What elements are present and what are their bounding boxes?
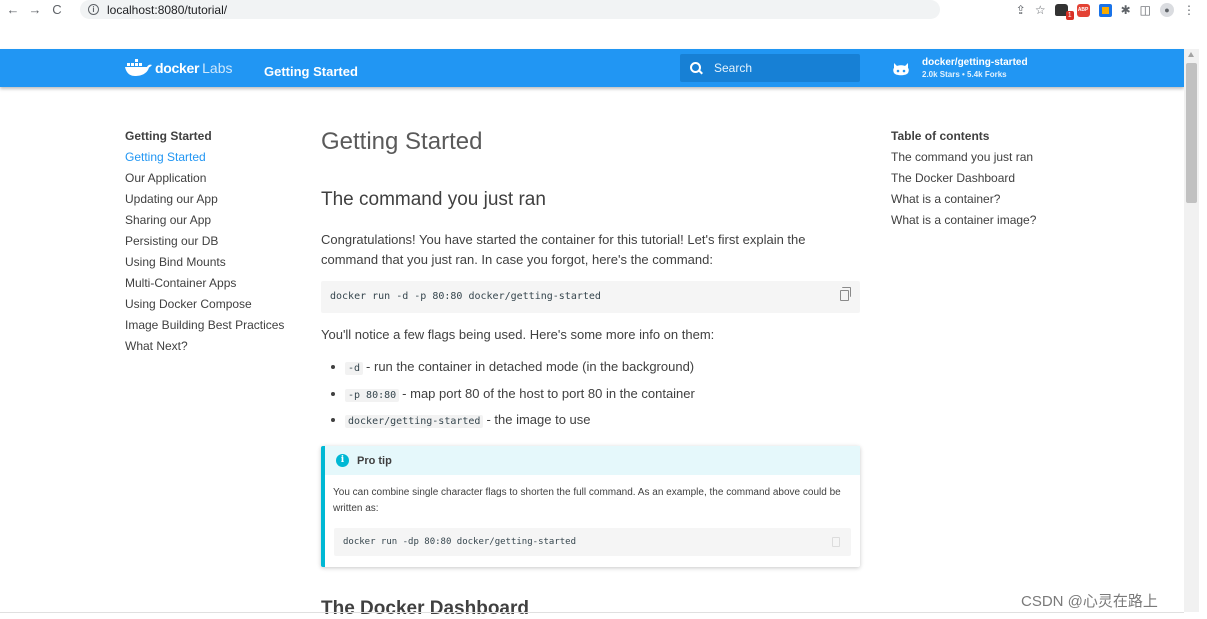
share-icon[interactable]: ⇪ bbox=[1016, 0, 1026, 20]
reload-button[interactable]: C bbox=[46, 0, 68, 20]
list-item: docker/getting-started - the image to use bbox=[321, 411, 695, 438]
browser-extensions: ⇪ ☆ 1 ABP ✱ ◫ ● ⋮ bbox=[1016, 0, 1195, 20]
scroll-thumb[interactable] bbox=[1186, 63, 1197, 203]
site-header: docker Labs Getting Started docker/getti… bbox=[0, 49, 1184, 87]
header-site-title[interactable]: Getting Started bbox=[264, 64, 358, 79]
toc-item-container-image[interactable]: What is a container image? bbox=[891, 213, 1071, 228]
copy-icon[interactable] bbox=[832, 537, 840, 547]
puzzle-extensions-icon[interactable]: ✱ bbox=[1121, 0, 1131, 20]
table-of-contents: Table of contents The command you just r… bbox=[891, 129, 1071, 234]
csdn-watermark: CSDN @心灵在路上 bbox=[1021, 593, 1158, 610]
flags-list: -d - run the container in detached mode (… bbox=[321, 358, 695, 438]
flag-code: -d bbox=[345, 362, 364, 375]
docker-whale-icon bbox=[125, 59, 152, 76]
pro-tip-command: docker run -dp 80:80 docker/getting-star… bbox=[343, 537, 576, 547]
flags-intro-paragraph: You'll notice a few flags being used. He… bbox=[321, 327, 715, 342]
repo-name: docker/getting-started bbox=[922, 57, 1028, 68]
address-bar[interactable]: i localhost:8080/tutorial/ bbox=[80, 0, 940, 19]
intro-paragraph: Congratulations! You have started the co… bbox=[321, 232, 806, 267]
sidebar-item-sharing-our-app[interactable]: Sharing our App bbox=[125, 213, 295, 228]
adblock-extension-icon[interactable]: ABP bbox=[1076, 3, 1090, 17]
section-heading-dashboard: The Docker Dashboard bbox=[321, 598, 529, 619]
command-code: docker run -d -p 80:80 docker/getting-st… bbox=[330, 291, 601, 302]
flag-code: -p 80:80 bbox=[345, 388, 400, 402]
sidebar-item-what-next[interactable]: What Next? bbox=[125, 339, 295, 354]
pro-tip-title: Pro tip bbox=[357, 454, 392, 467]
menu-kebab-icon[interactable]: ⋮ bbox=[1183, 0, 1195, 20]
repo-stats: 2.0k Stars • 5.4k Forks bbox=[922, 70, 1007, 79]
sidebar-item-persisting-our-db[interactable]: Persisting our DB bbox=[125, 234, 295, 249]
forward-button[interactable]: → bbox=[24, 0, 46, 20]
search-icon bbox=[690, 61, 703, 75]
toc-item-container[interactable]: What is a container? bbox=[891, 192, 1071, 207]
viewport-bottom-divider bbox=[0, 612, 1184, 613]
logo-labs-text: Labs bbox=[202, 60, 233, 76]
flag-description: - map port 80 of the host to port 80 in … bbox=[402, 385, 695, 401]
list-item: -p 80:80- map port 80 of the host to por… bbox=[321, 385, 695, 412]
pro-tip-callout: i Pro tip You can combine single charact… bbox=[321, 446, 860, 567]
flag-code: docker/getting-started bbox=[345, 415, 484, 428]
sidebar-item-our-application[interactable]: Our Application bbox=[125, 171, 295, 186]
main-content: Getting Started The command you just ran… bbox=[321, 126, 861, 567]
pro-tip-code-block: docker run -dp 80:80 docker/getting-star… bbox=[334, 528, 851, 556]
side-panel-icon[interactable]: ◫ bbox=[1140, 0, 1151, 20]
toc-item-dashboard[interactable]: The Docker Dashboard bbox=[891, 171, 1071, 186]
repo-info: docker/getting-started 2.0k Stars • 5.4k… bbox=[922, 57, 1028, 80]
sidebar-item-getting-started[interactable]: Getting Started bbox=[125, 150, 295, 165]
sidebar-nav: Getting Started Getting Started Our Appl… bbox=[125, 129, 295, 360]
page-title: Getting Started bbox=[321, 128, 483, 155]
command-code-block: docker run -d -p 80:80 docker/getting-st… bbox=[321, 281, 860, 313]
search-input[interactable] bbox=[714, 61, 844, 75]
copy-icon[interactable] bbox=[840, 287, 851, 301]
sidebar-item-using-docker-compose[interactable]: Using Docker Compose bbox=[125, 297, 295, 312]
back-button[interactable]: ← bbox=[2, 0, 24, 20]
browser-toolbar: ← → C i localhost:8080/tutorial/ ⇪ ☆ 1 A… bbox=[0, 0, 1207, 20]
pro-tip-header: i Pro tip bbox=[325, 446, 860, 475]
sidebar-item-multi-container-apps[interactable]: Multi-Container Apps bbox=[125, 276, 295, 291]
toc-heading: Table of contents bbox=[891, 129, 990, 143]
pro-tip-body: You can combine single character flags t… bbox=[333, 487, 841, 514]
search-box[interactable] bbox=[680, 54, 860, 82]
sidebar-heading: Getting Started bbox=[125, 129, 212, 143]
sidebar-item-using-bind-mounts[interactable]: Using Bind Mounts bbox=[125, 255, 295, 270]
github-repo-link[interactable]: docker/getting-started 2.0k Stars • 5.4k… bbox=[891, 57, 1028, 80]
docker-labs-logo[interactable]: docker Labs bbox=[125, 59, 232, 77]
ghostery-extension-icon[interactable]: 1 bbox=[1054, 4, 1074, 20]
flag-description: - run the container in detached mode (in… bbox=[366, 359, 695, 374]
download-extension-icon[interactable] bbox=[1098, 3, 1112, 17]
sidebar-item-updating-our-app[interactable]: Updating our App bbox=[125, 192, 295, 207]
info-circle-icon: i bbox=[336, 454, 349, 467]
url-text: localhost:8080/tutorial/ bbox=[107, 2, 228, 17]
toc-item-command[interactable]: The command you just ran bbox=[891, 150, 1071, 165]
bookmark-star-icon[interactable]: ☆ bbox=[1035, 0, 1046, 20]
flag-description: - the image to use bbox=[486, 412, 591, 427]
scroll-up-arrow-icon[interactable] bbox=[1188, 52, 1194, 57]
logo-docker-text: docker bbox=[155, 60, 200, 76]
sidebar-item-image-building[interactable]: Image Building Best Practices bbox=[125, 318, 295, 333]
section-heading-command: The command you just ran bbox=[321, 189, 546, 210]
page-scrollbar[interactable] bbox=[1184, 49, 1199, 612]
github-icon bbox=[893, 62, 909, 75]
profile-avatar-icon[interactable]: ● bbox=[1160, 3, 1174, 17]
list-item: -d - run the container in detached mode (… bbox=[321, 358, 695, 385]
info-icon[interactable]: i bbox=[88, 4, 99, 15]
